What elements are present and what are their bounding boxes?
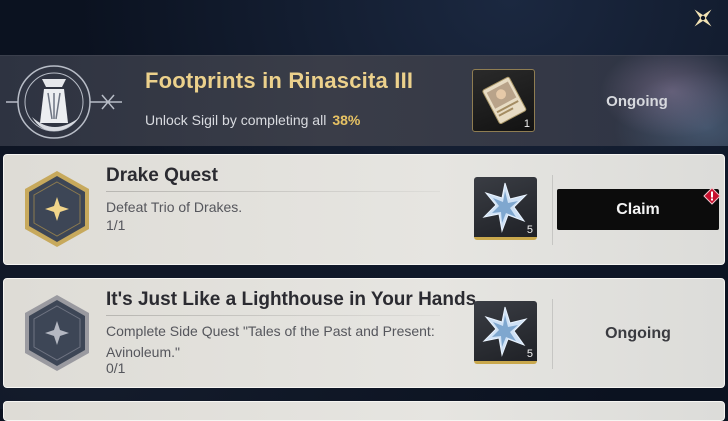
- banner-reward-count: 1: [523, 118, 530, 130]
- quest-emblem-icon: [25, 295, 89, 371]
- banner-description: Unlock Sigil by completing all 38%: [145, 112, 360, 128]
- close-sparkle-icon: [694, 9, 712, 27]
- banner-status: Ongoing: [606, 93, 668, 110]
- quest-reward-count: 5: [526, 224, 533, 236]
- card-divider: [552, 175, 553, 245]
- quest-reward-slot[interactable]: 5: [474, 177, 537, 240]
- quest-title: It's Just Like a Lighthouse in Your Hand…: [106, 289, 477, 310]
- quest-progress: 0/1: [106, 360, 126, 376]
- event-banner: Footprints in Rinascita III Unlock Sigil…: [0, 55, 728, 146]
- quest-title: Drake Quest: [106, 165, 218, 186]
- title-divider: [106, 191, 440, 192]
- close-button[interactable]: [688, 4, 718, 32]
- quest-card: It's Just Like a Lighthouse in Your Hand…: [3, 278, 725, 388]
- banner-title: Footprints in Rinascita III: [145, 68, 414, 93]
- banner-progress-percent: 38%: [332, 112, 361, 128]
- quest-status: Ongoing: [605, 325, 671, 342]
- quest-card: Drake Quest Defeat Trio of Drakes. 1/1 5…: [3, 154, 725, 265]
- quest-card: [3, 401, 725, 421]
- sigil-emblem-icon: [6, 65, 122, 139]
- title-divider: [106, 315, 440, 316]
- banner-description-text: Unlock Sigil by completing all: [145, 112, 327, 128]
- card-divider: [552, 299, 553, 369]
- banner-reward-slot[interactable]: 1: [472, 69, 535, 132]
- claim-button[interactable]: Claim: [557, 189, 719, 230]
- red-alert-badge-icon: [703, 187, 721, 205]
- quest-emblem-icon: [25, 171, 89, 247]
- quest-progress: 1/1: [106, 217, 126, 233]
- quest-reward-count: 5: [526, 348, 533, 360]
- quest-description: Complete Side Quest "Tales of the Past a…: [106, 323, 435, 360]
- quest-description: Defeat Trio of Drakes.: [106, 199, 243, 215]
- quest-reward-slot[interactable]: 5: [474, 301, 537, 364]
